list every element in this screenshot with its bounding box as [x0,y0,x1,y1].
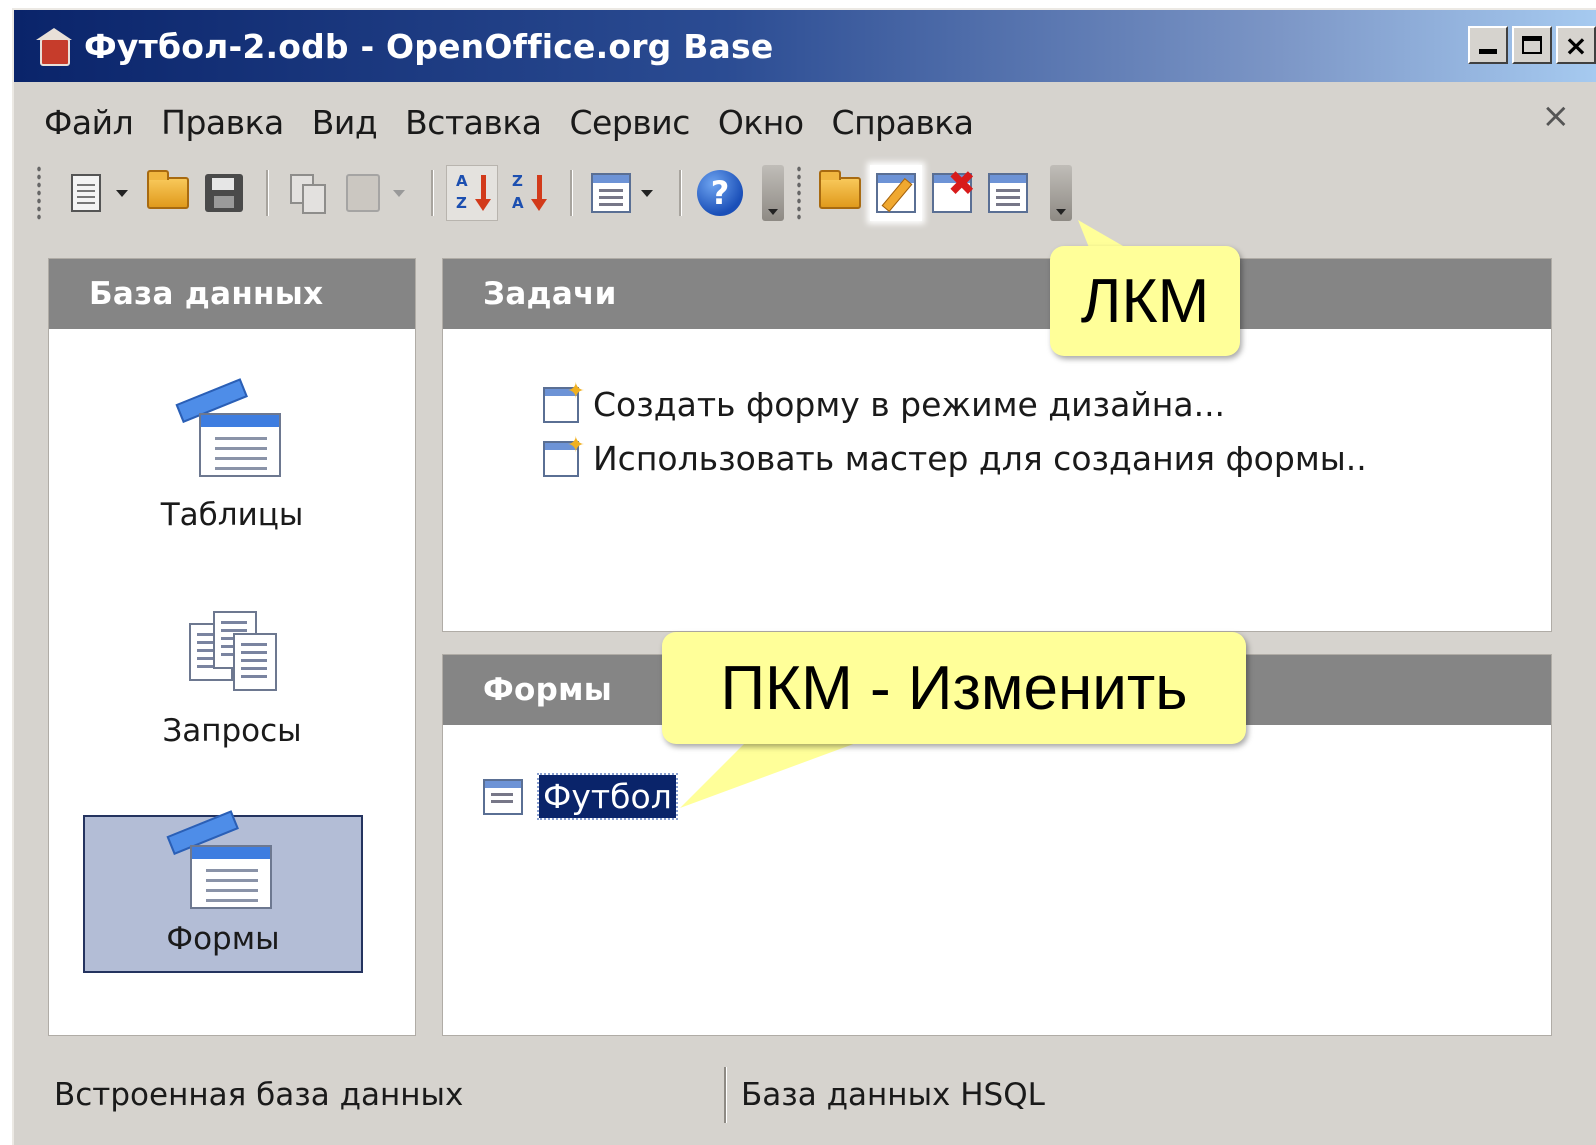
app-window: Футбол-2.odb - OpenOffice.org Base × Фай… [12,8,1596,1145]
close-icon: × [1564,28,1588,62]
sort-ascending-icon: AZ [452,171,492,215]
new-form-design-icon: ✦ [543,379,585,423]
window-title: Футбол-2.odb - OpenOffice.org Base [84,26,774,66]
database-panel-heading: База данных [49,259,415,329]
status-embedded-db: Встроенная база данных [54,1077,464,1113]
standard-toolbar: AZ ZA ? ✖ [14,154,1596,232]
status-db-type: База данных HSQL [741,1077,1045,1113]
maximize-button[interactable] [1512,26,1552,64]
task-label: Использовать мастер для создания формы.. [593,439,1367,478]
close-document-icon[interactable]: × [1542,96,1571,136]
toolbar-separator [266,170,269,216]
maximize-icon [1522,36,1542,54]
task-form-wizard[interactable]: ✦ Использовать мастер для создания формы… [543,433,1367,478]
window-controls: × [1468,26,1596,64]
tables-icon [175,378,281,485]
toolbar-overflow-button[interactable] [1050,165,1072,221]
form-icon [591,173,631,213]
paste-icon [346,174,380,212]
new-document-button[interactable] [60,165,112,221]
menu-insert[interactable]: Вставка [405,103,542,142]
toolbar-grip[interactable] [36,165,42,221]
sort-descending-icon: ZA [508,171,548,215]
toolbar-separator [570,170,573,216]
tasks-panel-heading: Задачи [443,259,1551,329]
toolbar-separator [679,170,682,216]
menu-tools[interactable]: Сервис [570,103,691,142]
open-button[interactable] [142,165,194,221]
sidebar-item-forms[interactable]: Формы [83,810,363,973]
edit-button[interactable] [870,165,922,221]
copy-button[interactable] [281,165,333,221]
task-label: Создать форму в режиме дизайна... [593,385,1226,424]
menu-file[interactable]: Файл [44,103,134,142]
menu-view[interactable]: Вид [312,103,378,142]
save-icon [205,174,243,212]
openoffice-base-icon [34,26,74,66]
task-create-form-design[interactable]: ✦ Создать форму в режиме дизайна... [543,379,1226,424]
sidebar-item-label: Таблицы [160,497,304,533]
new-document-icon [71,174,101,212]
minimize-button[interactable] [1468,26,1508,64]
close-button[interactable]: × [1556,26,1596,64]
minimize-icon [1479,49,1497,54]
status-bar: Встроенная база данных База данных HSQL [14,1050,1596,1140]
form-button[interactable] [585,165,637,221]
queries-icon [183,603,281,701]
copy-icon [290,174,326,214]
sidebar-item-tables[interactable]: Таблицы [49,378,415,533]
form-list-item[interactable]: Футбол [483,773,678,820]
toolbar-overflow-button[interactable] [762,165,784,221]
help-icon: ? [697,170,743,216]
edit-form-icon [876,173,916,213]
toolbar-grip[interactable] [796,165,802,221]
menu-bar: Файл Правка Вид Вставка Сервис Окно Спра… [14,90,1596,154]
form-name-selected[interactable]: Футбол [537,773,678,820]
delete-form-icon: ✖ [932,167,976,213]
help-button[interactable]: ? [694,165,746,221]
sidebar-item-queries[interactable]: Запросы [49,603,415,749]
sort-descending-button[interactable]: ZA [502,165,554,221]
tasks-panel: Задачи ✦ Создать форму в режиме дизайна.… [442,258,1552,632]
database-panel: База данных Таблицы Запросы Формы [48,258,416,1036]
menu-edit[interactable]: Правка [161,103,284,142]
title-bar[interactable]: Футбол-2.odb - OpenOffice.org Base × [14,10,1596,82]
sidebar-item-label: Формы [166,921,280,957]
save-button[interactable] [198,165,250,221]
new-dropdown-arrow[interactable] [116,189,128,197]
callout-right-click: ПКМ - Изменить [662,632,1246,744]
callout-left-click: ЛКМ [1050,246,1240,356]
open-object-button[interactable] [814,165,866,221]
sort-ascending-button[interactable]: AZ [446,165,498,221]
paste-dropdown-arrow[interactable] [393,189,405,197]
open-folder-icon [819,170,861,209]
form-document-icon [483,778,523,815]
form-wizard-icon: ✦ [543,433,585,477]
delete-button[interactable]: ✖ [926,165,978,221]
rename-form-icon [988,173,1028,213]
rename-button[interactable] [982,165,1034,221]
sidebar-item-label: Запросы [162,713,302,749]
toolbar-separator [431,170,434,216]
menu-window[interactable]: Окно [718,103,804,142]
form-dropdown-arrow[interactable] [641,189,653,197]
open-folder-icon [147,170,189,209]
paste-button[interactable] [337,165,389,221]
forms-icon [166,810,272,917]
menu-help[interactable]: Справка [832,103,974,142]
